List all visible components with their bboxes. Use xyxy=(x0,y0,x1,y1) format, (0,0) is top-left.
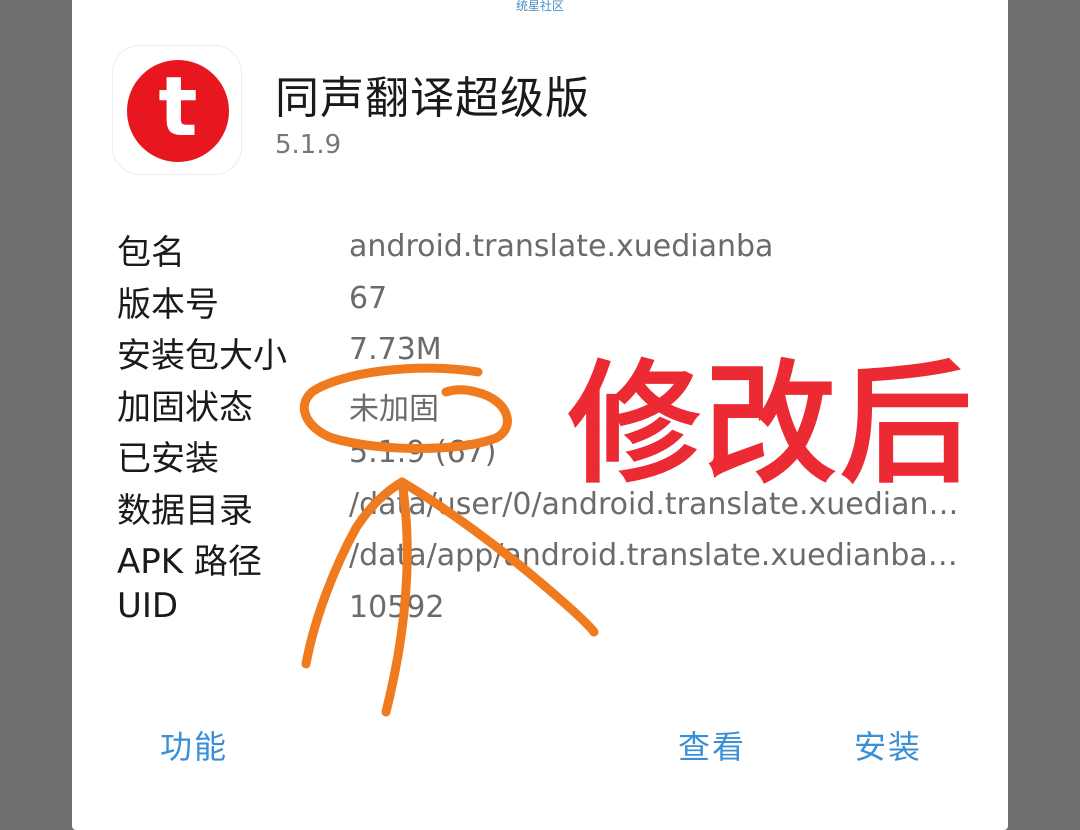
info-label: 安装包大小 xyxy=(117,336,287,376)
info-value: 未加固 xyxy=(349,391,439,427)
app-icon-letter: t xyxy=(158,60,198,155)
info-label: UID xyxy=(117,585,179,626)
app-icon: t xyxy=(112,45,242,175)
view-button[interactable]: 查看 xyxy=(678,722,746,768)
info-value[interactable]: /data/app/android.translate.xuedianba-… xyxy=(349,538,964,573)
info-label: 包名 xyxy=(117,233,185,273)
info-value: 7.73M xyxy=(349,332,442,367)
features-button[interactable]: 功能 xyxy=(160,722,228,768)
info-label: 数据目录 xyxy=(117,490,253,531)
install-button[interactable]: 安装 xyxy=(854,722,922,768)
app-version: 5.1.9 xyxy=(275,130,342,160)
info-label: APK 路径 xyxy=(117,542,262,582)
info-value: 67 xyxy=(349,280,388,316)
annotation-text: 修改后 xyxy=(568,348,976,502)
info-label: 加固状态 xyxy=(117,387,253,428)
info-value: 10592 xyxy=(349,589,445,625)
info-value: 5.1.9 (67) xyxy=(349,435,497,470)
app-name: 同声翻译超级版 xyxy=(275,73,590,124)
info-label: 已安装 xyxy=(117,439,219,479)
info-label: 版本号 xyxy=(117,284,219,325)
info-value: android.translate.xuedianba xyxy=(349,229,774,264)
watermark-text: 统星社区 xyxy=(515,0,564,13)
